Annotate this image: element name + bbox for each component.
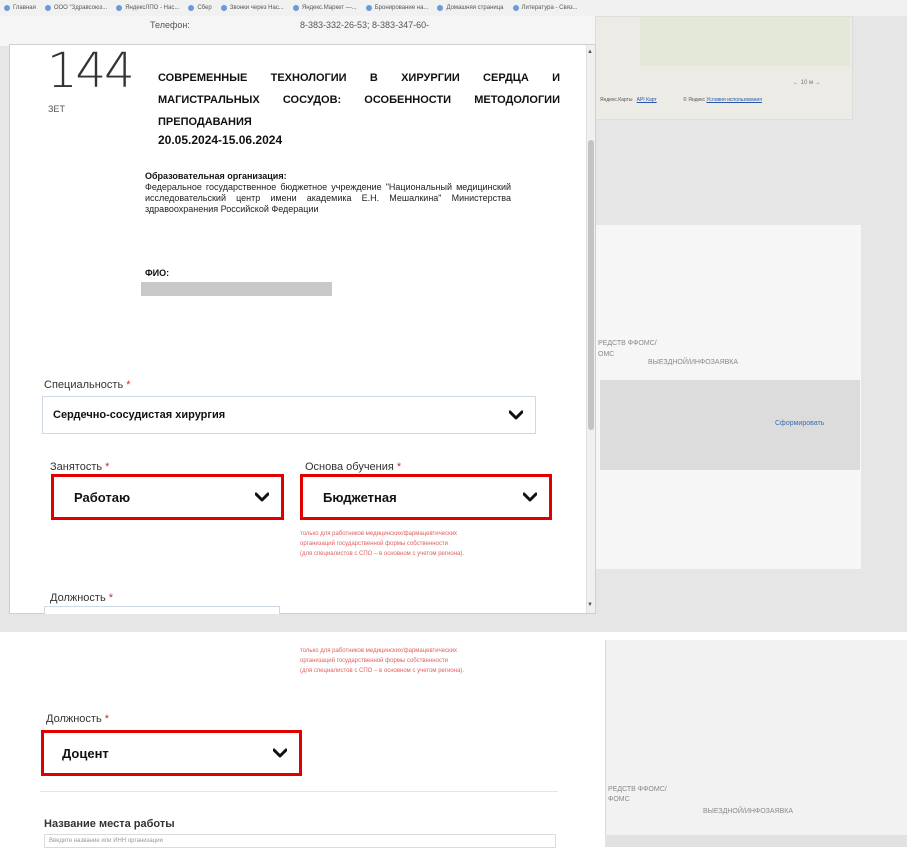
course-title: СОВРЕМЕННЫЕ ТЕХНОЛОГИИ В ХИРУРГИИ СЕРДЦА…	[158, 72, 560, 128]
map-terms-link[interactable]: Условия использования	[706, 97, 762, 103]
chevron-down-icon	[273, 748, 287, 758]
scroll-up-icon[interactable]: ▲	[587, 49, 593, 55]
course-dates: 20.05.2024-15.06.2024	[158, 133, 283, 147]
workplace-input[interactable]: Введите название или ИНН организации	[44, 834, 556, 848]
background-row	[605, 835, 907, 847]
bookmark-icon	[188, 5, 195, 11]
scroll-down-icon[interactable]: ▼	[587, 602, 593, 608]
bookmark-item[interactable]: Сбер	[188, 5, 212, 11]
chevron-down-icon	[523, 492, 537, 502]
bookmark-item[interactable]: ЯндексЛПО - Нас...	[116, 5, 179, 11]
bookmark-icon	[512, 5, 519, 11]
bookmark-icon	[437, 5, 444, 11]
column-label: ФОМС	[608, 796, 630, 803]
specialty-value: Сердечно-сосудистая хирургия	[53, 409, 226, 421]
position-label: Должность *	[50, 592, 114, 604]
bookmark-item[interactable]: Главная	[4, 5, 36, 11]
bookmark-icon	[44, 5, 51, 11]
basis-hint: только для работников медицинских/фармац…	[300, 648, 465, 674]
bookmark-item[interactable]: Звонки через Нас...	[220, 5, 284, 11]
map-park-area	[640, 16, 850, 66]
column-label: ОМС	[598, 351, 615, 358]
chevron-down-icon	[509, 410, 523, 420]
employment-value: Работаю	[74, 489, 131, 505]
bookmark-item[interactable]: Бронирование на...	[365, 5, 428, 11]
credits-count: 144	[47, 43, 135, 99]
column-label: РЕДСТВ ФФОМС/	[598, 340, 657, 347]
fio-label: ФИО:	[145, 268, 170, 278]
map-credits: Яндекс.Карты API Карт © Яндекс Условия и…	[600, 97, 762, 103]
scrollbar-thumb[interactable]	[588, 140, 594, 430]
basis-hint: только для работников медицинских/фармац…	[300, 531, 465, 557]
bookmark-icon	[365, 5, 372, 11]
position-label: Должность *	[46, 713, 110, 725]
bookmarks-bar: Главная ООО "Здравсоюз... ЯндексЛПО - На…	[0, 0, 907, 16]
credits-unit: ЗЕТ	[48, 104, 65, 114]
fio-value-redacted	[141, 282, 332, 296]
employment-select[interactable]: Работаю	[51, 474, 284, 520]
map-api-link[interactable]: API Карт	[637, 97, 657, 103]
phone-label: Телефон:	[150, 20, 190, 30]
basis-select[interactable]: Бюджетная	[300, 474, 552, 520]
bookmark-item[interactable]: Яндекс.Маркет —...	[292, 5, 357, 11]
specialty-select[interactable]: Сердечно-сосудистая хирургия	[42, 396, 536, 434]
org-label: Образовательная организация:	[145, 171, 287, 181]
divider	[40, 791, 558, 792]
bookmark-icon	[116, 5, 123, 11]
employment-label: Занятость *	[50, 461, 110, 473]
bookmark-item[interactable]: Литература - Связ...	[512, 5, 578, 11]
bookmark-icon	[292, 5, 299, 11]
workplace-title: Название места работы	[44, 818, 175, 830]
column-label: РЕДСТВ ФФОМС/	[608, 786, 667, 793]
position-select[interactable]: Доцент	[41, 730, 302, 776]
column-label: ВЫЕЗДНОЙ/ИНФОЗАЯВКА	[703, 808, 794, 815]
basis-value: Бюджетная	[323, 489, 397, 505]
basis-label: Основа обучения *	[305, 461, 402, 473]
phone-value: 8-383-332-26-53; 8-383-347-60-	[300, 20, 430, 30]
bookmark-item[interactable]: ООО "Здравсоюз...	[44, 5, 107, 11]
bookmark-item[interactable]: Домашняя страница	[437, 5, 504, 11]
position-select-partial[interactable]	[44, 606, 280, 614]
chevron-down-icon	[255, 492, 269, 502]
position-value: Доцент	[62, 745, 109, 761]
background-card	[605, 640, 907, 847]
bookmark-icon	[4, 5, 10, 11]
org-name: Федеральное государственное бюджетное уч…	[145, 182, 511, 214]
bookmark-icon	[220, 5, 227, 11]
map-scale: ← 10 м →	[793, 80, 821, 86]
column-label: ВЫЕЗДНОЙ/ИНФОЗАЯВКА	[648, 359, 739, 366]
generate-button[interactable]: Сформировать	[775, 420, 824, 427]
specialty-label: Специальность *	[44, 379, 131, 391]
